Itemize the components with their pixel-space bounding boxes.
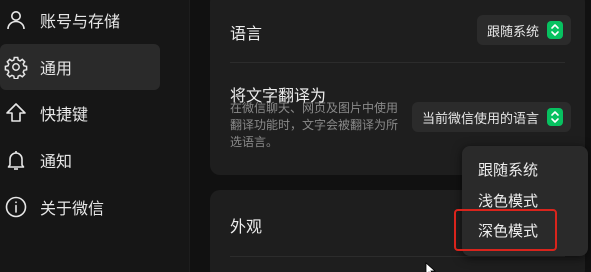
sidebar-item-label: 通知 — [40, 152, 73, 171]
select-stepper-icon — [547, 21, 563, 39]
divider — [230, 62, 565, 63]
sidebar-item-label: 快捷键 — [40, 105, 89, 124]
menu-item-light-mode[interactable]: 浅色模式 — [478, 190, 538, 211]
sidebar-item-notifications[interactable]: 通知 — [0, 137, 160, 183]
sidebar-item-account-storage[interactable]: 账号与存储 — [0, 0, 160, 43]
menu-item-follow-system[interactable]: 跟随系统 — [478, 159, 538, 180]
translate-select-value: 当前微信使用的语言 — [421, 111, 539, 127]
appearance-label: 外观 — [230, 217, 263, 236]
sidebar-item-label: 账号与存储 — [40, 12, 121, 31]
sidebar-item-label: 关于微信 — [40, 199, 105, 218]
sidebar-item-about[interactable]: 关于微信 — [0, 184, 160, 230]
translate-description: 在微信聊天、网页及图片中使用翻译功能时，文字会被翻译为所选语言。 — [230, 101, 399, 149]
language-label: 语言 — [230, 24, 263, 43]
language-select-value: 跟随系统 — [486, 24, 539, 40]
settings-window: 账号与存储 通用 快捷键 通知 关于微信 语言 跟随系统 将文字翻译为 在微信聊… — [0, 0, 591, 272]
bell-icon — [4, 148, 28, 172]
select-stepper-icon — [547, 108, 563, 126]
language-select[interactable]: 跟随系统 — [476, 15, 571, 45]
shortcut-arrow-icon — [4, 101, 28, 125]
sidebar-item-label: 通用 — [40, 59, 73, 78]
highlight-box — [454, 209, 557, 251]
translate-language-select[interactable]: 当前微信使用的语言 — [411, 102, 571, 132]
info-icon — [4, 195, 28, 219]
mouse-cursor-icon — [425, 262, 437, 272]
sidebar: 账号与存储 通用 快捷键 通知 关于微信 — [0, 0, 190, 272]
gear-icon — [4, 55, 28, 79]
user-icon — [4, 8, 28, 32]
divider — [230, 256, 565, 257]
sidebar-item-general[interactable]: 通用 — [0, 44, 160, 90]
sidebar-item-shortcuts[interactable]: 快捷键 — [0, 90, 160, 136]
